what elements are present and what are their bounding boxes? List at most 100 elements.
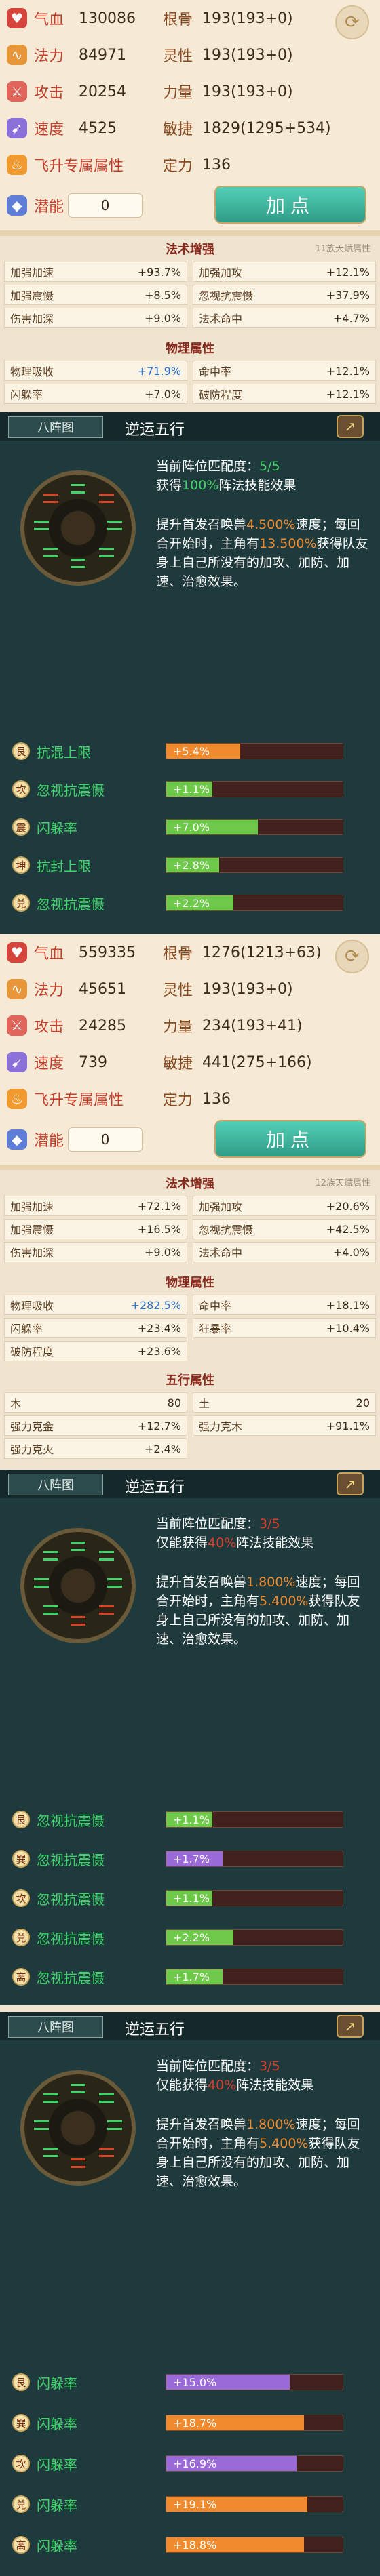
progress-bar: +2.2% (166, 895, 343, 911)
share-icon[interactable]: ↗ (337, 1472, 364, 1495)
potential-value: 0 (68, 1127, 142, 1152)
stat-fali: ∿ 法力 45651 (7, 971, 126, 1007)
section-note: 12族天赋属性 (315, 1178, 370, 1188)
attr-cell: 伤害加深 +9.0% (4, 308, 187, 328)
mana-icon: ∿ (7, 45, 27, 65)
attr-cell: 加强震慑 +16.5% (4, 1219, 187, 1239)
section-wuxing: 五行属性 (166, 1373, 214, 1388)
attr-cell: 破防程度 +23.6% (4, 1341, 187, 1361)
tab-bazhentu[interactable]: 八阵图 (8, 2016, 103, 2038)
formation-match: 当前阵位匹配度：5/5 获得100%阵法技能效果 (156, 459, 297, 493)
bagua-wheel-icon (20, 2070, 136, 2186)
formation-name: 逆运五行 (125, 2021, 185, 2038)
stats-panel-1: ⟳ ♥ 气血 130086 根骨 193(193+0) ∿ 法力 84971 灵… (0, 0, 380, 230)
attr-cell: 忽视抗震慑 +37.9% (193, 285, 376, 305)
formation-row: 艮 闪躲率 +15.0% (12, 2369, 343, 2396)
formation-row: 离 闪躲率 +18.8% (12, 2531, 343, 2558)
progress-bar: +18.7% (166, 2415, 343, 2431)
attr-cell: 土 20 (193, 1392, 376, 1413)
progress-bar: +1.7% (166, 1969, 343, 1985)
flame-icon: ♨ (7, 1089, 27, 1109)
stat-sudu: ➹ 速度 739 (7, 1044, 107, 1081)
formation-row: 离 忽视抗震慑 +1.7% (12, 1963, 343, 1990)
trigram-badge: 艮 (12, 742, 30, 760)
bagua-wheel-icon (20, 1528, 136, 1643)
share-icon[interactable]: ↗ (337, 415, 364, 438)
attr-cell: 物理吸收 +282.5% (4, 1295, 187, 1315)
flame-icon: ♨ (7, 155, 27, 175)
stats-panel-2: ⟳ ♥ 气血 559335 根骨 1276(1213+63) ∿ 法力 4565… (0, 934, 380, 1165)
trigram-badge: 坎 (12, 2455, 30, 2472)
attr-cell: 闪躲率 +23.4% (4, 1318, 187, 1338)
formation-desc: 提升首发召唤兽1.800%速度；每回合开始时，主角有5.400%获得队友身上自己… (156, 2117, 360, 2189)
formation-desc: 提升首发召唤兽4.500%速度；每回合开始时，主角有13.500%获得队友身上自… (156, 517, 368, 589)
formation-panel-3: 八阵图 逆运五行 ↗ 当前阵位匹配度：3/5 仅能获得40%阵法技能效果 提升首… (0, 2012, 380, 2576)
trigram-badge: 巽 (12, 2414, 30, 2432)
add-point-button[interactable]: 加点 (214, 1120, 366, 1158)
blood-icon: ♥ (7, 942, 27, 963)
attr-cell: 强力克火 +2.4% (4, 1438, 187, 1459)
attr-cell: 加强加攻 +20.6% (193, 1196, 376, 1216)
stat-qixue: ♥ 气血 559335 (7, 934, 136, 971)
formation-row: 兑 忽视抗震慑 +2.2% (12, 889, 343, 917)
blood-icon: ♥ (7, 8, 27, 28)
formation-row: 坤 抗封上限 +2.8% (12, 851, 343, 879)
trigram-badge: 兑 (12, 1929, 30, 1946)
formation-match: 当前阵位匹配度：3/5 仅能获得40%阵法技能效果 (156, 2059, 314, 2093)
stat-gongji: ⚔ 攻击 24285 (7, 1007, 126, 1044)
formation-desc: 提升首发召唤兽1.800%速度；每回合开始时，主角有5.400%获得队友身上自己… (156, 1575, 360, 1647)
stat-minjie: 敏捷 1829(1295+534) (163, 119, 331, 139)
trigram-badge: 艮 (12, 1811, 30, 1828)
add-point-button[interactable]: 加点 (214, 186, 366, 224)
formation-row: 坎 忽视抗震慑 +1.1% (12, 1885, 343, 1912)
stat-dingli: 定力 136 (163, 1090, 231, 1110)
refresh-icon[interactable]: ⟳ (335, 940, 369, 973)
formation-row: 坎 闪躲率 +16.9% (12, 2450, 343, 2477)
tab-bazhentu[interactable]: 八阵图 (8, 416, 103, 438)
stat-fali: ∿ 法力 84971 (7, 37, 126, 73)
attr-cell: 加强加攻 +12.1% (193, 262, 376, 282)
formation-panel-2: 八阵图 逆运五行 ↗ 当前阵位匹配度：3/5 仅能获得40%阵法技能效果 提升首… (0, 1470, 380, 2005)
section-wuli: 物理属性 (166, 342, 214, 356)
attr-cell: 伤害加深 +9.0% (4, 1242, 187, 1262)
attr-cell: 法术命中 +4.0% (193, 1242, 376, 1262)
attr-cell: 木 80 (4, 1392, 187, 1413)
trigram-badge: 坎 (12, 1889, 30, 1907)
attr-cell: 加强加速 +93.7% (4, 262, 187, 282)
trigram-badge: 坤 (12, 856, 30, 874)
progress-bar: +1.7% (166, 1851, 343, 1867)
progress-bar: +19.1% (166, 2496, 343, 2512)
progress-bar: +1.1% (166, 1811, 343, 1828)
attr-cell: 狂暴率 +10.4% (193, 1318, 376, 1338)
attr-cell: 法术命中 +4.7% (193, 308, 376, 328)
stat-genggu: 根骨 193(193+0) (163, 9, 293, 29)
formation-match: 当前阵位匹配度：3/5 仅能获得40%阵法技能效果 (156, 1516, 314, 1550)
formation-name: 逆运五行 (125, 422, 185, 439)
potential-value: 0 (68, 193, 142, 218)
potential-icon: ◆ (7, 1129, 27, 1150)
attr-cell: 加强加速 +72.1% (4, 1196, 187, 1216)
section-wuli: 物理属性 (166, 1276, 214, 1290)
stat-liliang: 力量 234(193+41) (163, 1017, 303, 1037)
trigram-badge: 兑 (12, 894, 30, 912)
formation-row: 艮 忽视抗震慑 +1.1% (12, 1806, 343, 1833)
tab-bazhentu[interactable]: 八阵图 (8, 1474, 103, 1495)
potential-icon: ◆ (7, 195, 27, 216)
trigram-badge: 艮 (12, 2373, 30, 2391)
progress-bar: +7.0% (166, 819, 343, 835)
stat-liliang: 力量 193(193+0) (163, 83, 293, 102)
progress-bar: +1.1% (166, 1890, 343, 1906)
attack-icon: ⚔ (7, 1015, 27, 1036)
bagua-wheel-icon (20, 470, 136, 586)
attr-cell: 强力克金 +12.7% (4, 1415, 187, 1436)
progress-bar: +1.1% (166, 781, 343, 797)
trigram-badge: 兑 (12, 2495, 30, 2513)
refresh-icon[interactable]: ⟳ (335, 5, 369, 39)
attr-cell: 物理吸收 +71.9% (4, 361, 187, 381)
formation-row: 巽 闪躲率 +18.7% (12, 2409, 343, 2436)
share-icon[interactable]: ↗ (337, 2015, 364, 2038)
speed-icon: ➹ (7, 1052, 27, 1072)
stat-dingli: 定力 136 (163, 156, 231, 176)
formation-row: 兑 闪躲率 +19.1% (12, 2491, 343, 2518)
divider (0, 230, 380, 236)
